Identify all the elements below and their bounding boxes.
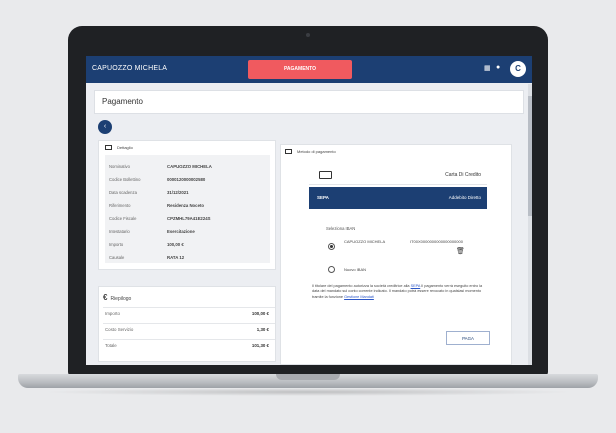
note-link-mandates[interactable]: Gestione Mandati <box>344 295 374 299</box>
detail-value: CAPUOZZO MICHELA <box>167 164 212 169</box>
laptop-notch <box>276 374 340 380</box>
avatar[interactable]: C <box>510 61 526 77</box>
app-header: CAPUOZZO MICHELA PAGAMENTO ▦ ● C <box>86 56 532 83</box>
summary-value: 1,30 € <box>256 327 269 332</box>
summary-label: Costo Servizio <box>105 327 134 332</box>
sepa-logo: SEPA <box>317 195 329 200</box>
detail-label: Causale <box>109 255 125 260</box>
detail-label: Riferimento <box>109 203 131 208</box>
summary-row: Importo 100,00 € <box>103 307 275 319</box>
detail-label: Intestatario <box>109 229 130 234</box>
note-text: Il titolare del pagamento autorizza la s… <box>312 284 410 288</box>
summary-row: Totale 101,30 € <box>103 339 275 351</box>
page-title: Pagamento <box>102 97 143 106</box>
detail-label: Codice Bollettino <box>109 177 141 182</box>
trash-icon[interactable]: 🗑 <box>456 247 465 255</box>
detail-value: RATA 12 <box>167 255 185 260</box>
detail-value: Esercitazione <box>167 229 195 234</box>
detail-value: CPZMHL79A41E224S <box>167 216 211 221</box>
summary-card: € Riepilogo Importo 100,00 € Costo Serviz… <box>98 286 276 362</box>
payment-heading: Metodo di pagamento <box>285 149 336 155</box>
summary-heading: € Riepilogo <box>103 293 131 302</box>
direct-debit-label: Addebito Diretto <box>448 195 481 200</box>
details-grid: Nominativo CAPUOZZO MICHELA Codice Bolle… <box>105 155 270 263</box>
summary-heading-text: Riepilogo <box>110 296 132 302</box>
summary-value: 100,00 € <box>251 311 269 316</box>
payment-alert-button[interactable]: PAGAMENTO <box>248 60 352 79</box>
detail-label: Nominativo <box>109 164 130 169</box>
iban-radio-saved[interactable] <box>328 243 335 250</box>
iban-option-new: Nuovo IBAN <box>344 267 367 272</box>
credit-card-icon <box>319 171 332 179</box>
iban-option-value: IT00X0000000000000000000 <box>410 239 463 244</box>
credit-card-label: Carta Di Credito <box>445 172 481 178</box>
document-icon <box>105 145 112 151</box>
summary-label: Totale <box>105 343 117 348</box>
note-link-sepa[interactable]: SEPA <box>411 284 421 288</box>
summary-row: Costo Servizio 1,30 € <box>103 323 275 335</box>
card-icon <box>285 149 292 155</box>
detail-label: Data scadenza <box>109 190 137 195</box>
detail-value: 0000120000002580 <box>167 177 206 182</box>
detail-value: 31/12/2021 <box>167 190 189 195</box>
payment-heading-text: Metodo di pagamento <box>297 149 336 154</box>
details-heading-text: Dettaglio <box>117 145 133 150</box>
laptop-base <box>18 374 598 388</box>
iban-option-name: CAPUOZZO MICHELA <box>344 239 386 244</box>
app-screen: CAPUOZZO MICHELA PAGAMENTO ▦ ● C Pagamen… <box>86 56 532 365</box>
details-card: Dettaglio Nominativo CAPUOZZO MICHELA Co… <box>98 140 276 270</box>
euro-icon: € <box>103 293 108 302</box>
user-name: CAPUOZZO MICHELA <box>92 65 168 72</box>
summary-label: Importo <box>105 311 120 316</box>
iban-select-title: Seleziona IBAN <box>326 226 356 231</box>
summary-value: 101,30 € <box>251 343 269 348</box>
page-title-card: Pagamento <box>94 90 524 114</box>
detail-value: 100,00 € <box>167 242 184 247</box>
laptop-shadow <box>40 388 576 396</box>
iban-radio-new[interactable] <box>328 266 335 273</box>
menu-grid-icon[interactable]: ▦ <box>484 64 491 72</box>
detail-label: Importo <box>109 242 124 247</box>
scrollbar[interactable] <box>528 84 532 365</box>
bell-icon[interactable]: ● <box>496 64 500 71</box>
scroll-thumb[interactable] <box>528 96 532 216</box>
camera-icon <box>306 33 310 37</box>
direct-debit-option[interactable]: SEPA Addebito Diretto <box>309 187 487 209</box>
details-heading: Dettaglio <box>105 145 133 151</box>
back-button[interactable]: ‹ <box>98 120 112 134</box>
detail-label: Codice Fiscale <box>109 216 137 221</box>
credit-card-option[interactable]: Carta Di Credito <box>309 163 487 185</box>
detail-value: Residenza Noceto <box>167 203 205 208</box>
mandate-note: Il titolare del pagamento autorizza la s… <box>312 284 490 300</box>
pay-button[interactable]: PAGA <box>446 331 490 345</box>
